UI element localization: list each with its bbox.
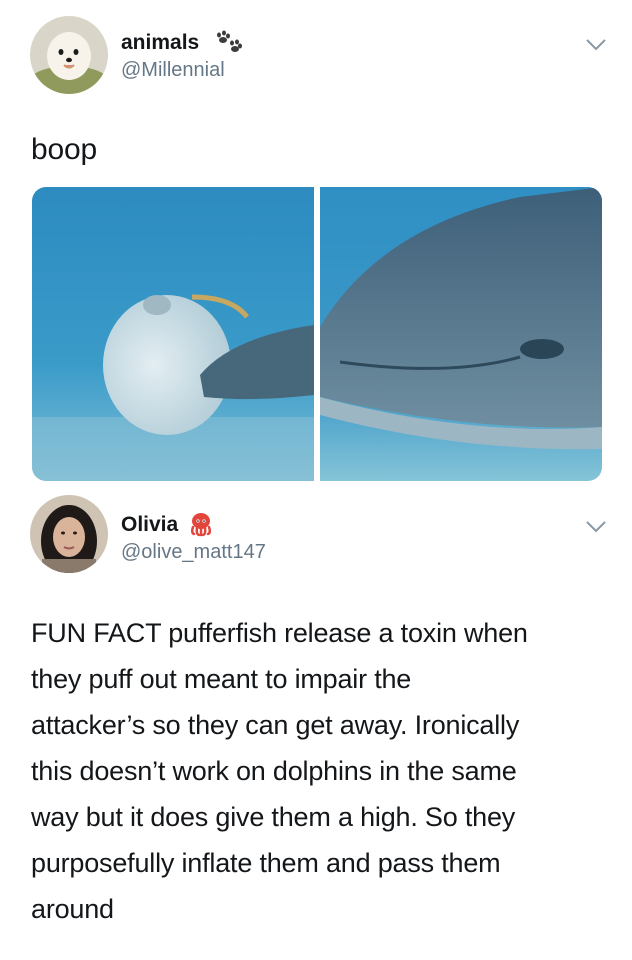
avatar[interactable] [30,495,108,573]
tweet-original: animals @Millennial boop [0,0,632,185]
octopus-emoji-icon [191,513,212,537]
display-name[interactable]: Olivia [121,511,214,537]
tweet-text: FUN FACT pufferfish release a toxin when… [31,610,621,932]
pufferfish-photo [32,187,314,481]
tweet-media[interactable] [32,187,602,481]
user-photo-avatar-icon [30,495,108,573]
dolphin-photo [320,187,602,481]
display-name[interactable]: animals [121,29,243,55]
media-right-photo[interactable] [320,187,602,481]
tweet-text: boop [31,133,97,166]
chevron-down-icon[interactable] [585,520,607,534]
paw-prints-icon [217,30,243,52]
tweet-text-line: purposefully inflate them and pass them [31,848,501,878]
user-handle[interactable]: @Millennial [121,59,225,82]
avatar[interactable] [30,16,108,94]
tweet-text-line: around [31,894,114,924]
tweet-text-line: attacker’s so they can get away. Ironica… [31,710,520,740]
tweet-text-line: way but it does give them a high. So the… [31,802,516,832]
tweet-reply: Olivia @olive_matt147 FUN FACT pufferfis… [0,495,632,960]
user-handle[interactable]: @olive_matt147 [121,541,266,564]
pomeranian-avatar-icon [30,16,108,94]
tweet-text-line: this doesn’t work on dolphins in the sam… [31,756,517,786]
tweet-text-line: FUN FACT pufferfish release a toxin when [31,618,528,648]
chevron-down-icon[interactable] [585,38,607,52]
media-left-photo[interactable] [32,187,314,481]
tweet-text-line: they puff out meant to impair the [31,664,412,694]
